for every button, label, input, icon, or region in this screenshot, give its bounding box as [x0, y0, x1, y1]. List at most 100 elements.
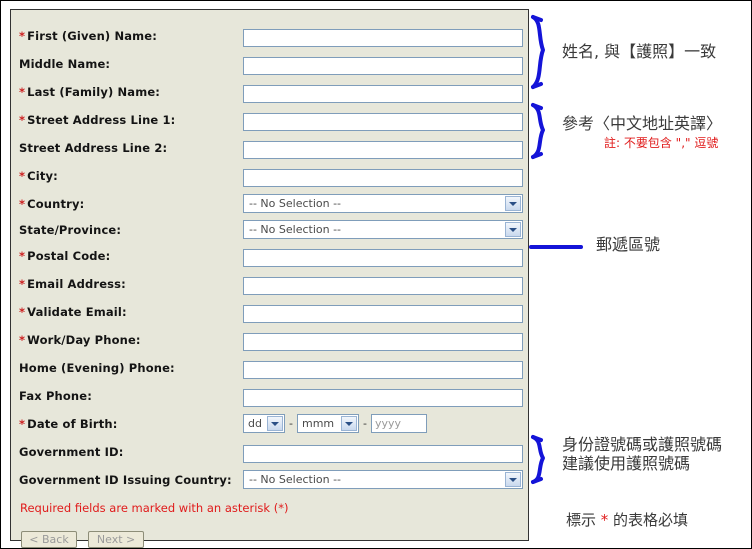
- gov-id-issuing-country-value: -- No Selection --: [249, 473, 342, 486]
- label-postal-code: * Postal Code:: [19, 249, 111, 263]
- annotation-gov-id-note-line1: 身份證號碼或護照號碼: [562, 435, 723, 454]
- country-select-value: -- No Selection --: [249, 197, 342, 210]
- dob-year-input[interactable]: [370, 414, 427, 433]
- label-first-name: * First (Given) Name:: [19, 29, 157, 43]
- label-street-2: Street Address Line 2:: [19, 141, 168, 155]
- required-asterisk: *: [19, 85, 26, 99]
- form-row-validate-email: * Validate Email:: [11, 298, 528, 326]
- state-province-select[interactable]: -- No Selection --: [243, 220, 523, 239]
- chevron-down-icon[interactable]: [505, 222, 521, 237]
- form-navigation-buttons: < Back Next >: [21, 528, 150, 548]
- control-first-name: [243, 26, 523, 47]
- form-row-date-of-birth: * Date of Birth: dd - mmm -: [11, 410, 528, 438]
- control-street-2: [243, 138, 523, 159]
- gov-id-issuing-country-select[interactable]: -- No Selection --: [243, 470, 523, 489]
- dob-month-value: mmm: [301, 417, 335, 430]
- country-select[interactable]: -- No Selection --: [243, 194, 523, 213]
- validate-email-input[interactable]: [243, 304, 523, 323]
- control-validate-email: [243, 302, 523, 323]
- control-street-1: [243, 110, 523, 131]
- home-evening-phone-input[interactable]: [243, 360, 523, 379]
- form-row-postal-code: * Postal Code:: [11, 242, 528, 270]
- control-work-phone: [243, 330, 523, 351]
- label-street-1: * Street Address Line 1:: [19, 113, 176, 127]
- label-middle-name: Middle Name:: [19, 57, 111, 71]
- annotation-asterisk-note-post: 的表格必填: [608, 511, 689, 529]
- annotation-brace-names: [531, 15, 545, 89]
- label-city: * City:: [19, 169, 58, 183]
- annotation-address-note: 參考〈中文地址英譯〉: [562, 114, 723, 133]
- street-address-1-input[interactable]: [243, 112, 523, 131]
- required-asterisk: *: [19, 197, 26, 211]
- form-row-city: * City:: [11, 162, 528, 190]
- dob-month-select[interactable]: mmm: [296, 414, 359, 433]
- form-row-middle-name: Middle Name:: [11, 50, 528, 78]
- registration-form-panel: * First (Given) Name: Middle Name: * Last …: [10, 9, 529, 548]
- label-date-of-birth: * Date of Birth:: [19, 417, 118, 431]
- required-asterisk: *: [19, 333, 26, 347]
- control-last-name: [243, 82, 523, 103]
- annotation-name-note: 姓名, 與【護照】一致: [562, 42, 717, 61]
- middle-name-input[interactable]: [243, 56, 523, 75]
- required-asterisk: *: [19, 305, 26, 319]
- label-fax-phone: Fax Phone:: [19, 389, 92, 403]
- dob-day-value: dd: [248, 417, 262, 430]
- control-city: [243, 166, 523, 187]
- fax-phone-input[interactable]: [243, 388, 523, 407]
- last-name-input[interactable]: [243, 84, 523, 103]
- chevron-down-icon[interactable]: [505, 472, 521, 487]
- chevron-down-icon[interactable]: [267, 416, 283, 431]
- control-government-id: [243, 442, 523, 463]
- label-work-day-phone: * Work/Day Phone:: [19, 333, 141, 347]
- form-row-last-name: * Last (Family) Name:: [11, 78, 528, 106]
- control-gov-id-country: -- No Selection --: [243, 470, 523, 489]
- chevron-down-icon[interactable]: [505, 196, 521, 211]
- required-asterisk: *: [19, 113, 26, 127]
- control-home-phone: [243, 358, 523, 379]
- chevron-down-icon[interactable]: [340, 416, 357, 431]
- annotation-pointer-postal-code: [529, 245, 583, 249]
- back-button[interactable]: < Back: [21, 531, 77, 548]
- required-asterisk: *: [19, 169, 26, 183]
- required-asterisk: *: [19, 417, 26, 431]
- annotation-asterisk-note: 標示 * 的表格必填: [566, 509, 688, 530]
- form-row-government-id: Government ID:: [11, 438, 528, 466]
- street-address-2-input[interactable]: [243, 140, 523, 159]
- control-email: [243, 274, 523, 295]
- state-province-select-value: -- No Selection --: [249, 223, 342, 236]
- annotation-asterisk-note-pre: 標示: [566, 511, 601, 529]
- form-row-gov-id-country: Government ID Issuing Country: -- No Sel…: [11, 466, 528, 494]
- control-country: -- No Selection --: [243, 194, 523, 213]
- required-asterisk: *: [19, 29, 26, 43]
- label-last-name: * Last (Family) Name:: [19, 85, 161, 99]
- label-government-id: Government ID:: [19, 445, 124, 459]
- form-row-home-phone: Home (Evening) Phone:: [11, 354, 528, 382]
- form-row-work-phone: * Work/Day Phone:: [11, 326, 528, 354]
- annotation-brace-address: [531, 103, 545, 159]
- control-middle-name: [243, 54, 523, 75]
- form-row-fax-phone: Fax Phone:: [11, 382, 528, 410]
- control-date-of-birth: dd - mmm -: [243, 414, 427, 433]
- form-row-street-2: Street Address Line 2:: [11, 134, 528, 162]
- annotation-postal-note: 郵遞區號: [596, 235, 661, 254]
- form-row-country: * Country: -- No Selection --: [11, 190, 528, 218]
- postal-code-input[interactable]: [243, 248, 523, 267]
- control-state: -- No Selection --: [243, 220, 523, 239]
- required-asterisk: *: [19, 249, 26, 263]
- label-email-address: * Email Address:: [19, 277, 126, 291]
- next-button[interactable]: Next >: [88, 531, 145, 548]
- label-gov-id-issuing-country: Government ID Issuing Country:: [19, 473, 232, 487]
- city-input[interactable]: [243, 168, 523, 187]
- government-id-input[interactable]: [243, 444, 523, 463]
- label-state-province: State/Province:: [19, 223, 122, 237]
- form-row-email: * Email Address:: [11, 270, 528, 298]
- annotation-address-warning: 註: 不要包含 "," 逗號: [604, 136, 719, 150]
- first-name-input[interactable]: [243, 28, 523, 47]
- screenshot-root: * First (Given) Name: Middle Name: * Last …: [0, 0, 752, 549]
- email-address-input[interactable]: [243, 276, 523, 295]
- work-day-phone-input[interactable]: [243, 332, 523, 351]
- label-validate-email: * Validate Email:: [19, 305, 127, 319]
- form-row-street-1: * Street Address Line 1:: [11, 106, 528, 134]
- dob-day-select[interactable]: dd: [243, 414, 285, 433]
- label-home-evening-phone: Home (Evening) Phone:: [19, 361, 175, 375]
